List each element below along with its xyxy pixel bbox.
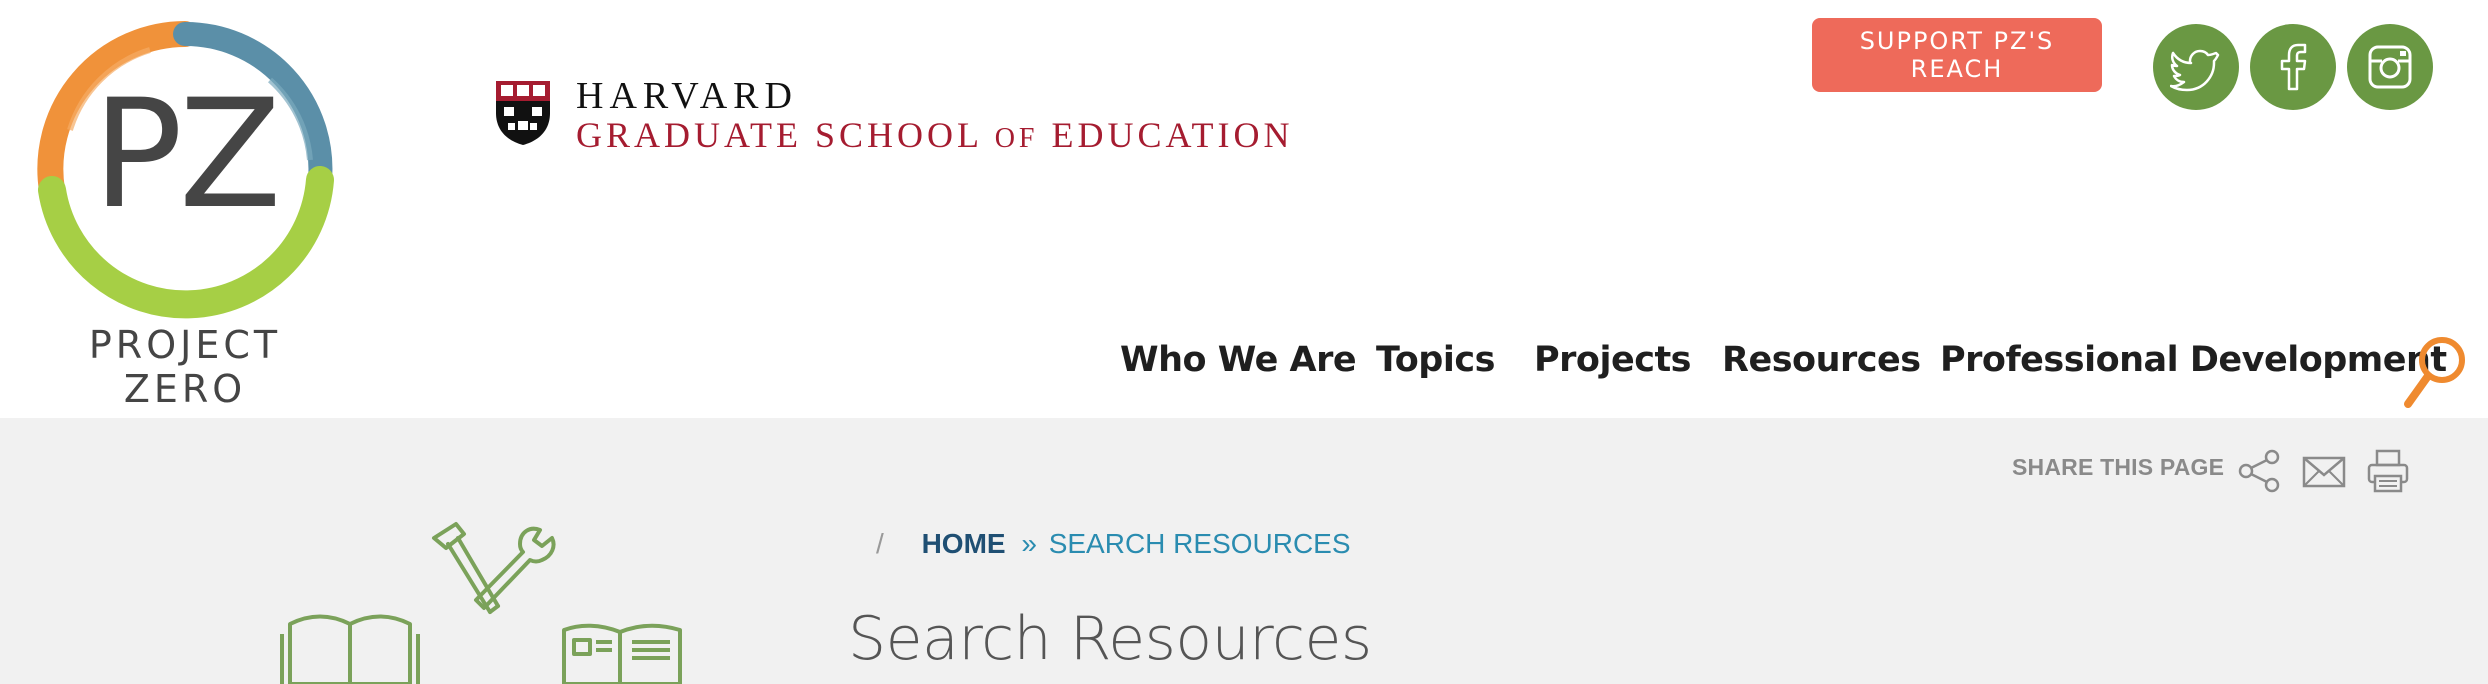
search-icon[interactable] (2400, 334, 2470, 410)
nav-who-we-are[interactable]: Who We Are (1120, 340, 1357, 380)
gse-wordmark: GRADUATE SCHOOL OF EDUCATION (576, 114, 1293, 156)
share-icon[interactable] (2236, 448, 2282, 494)
nav-projects[interactable]: Projects (1534, 340, 1692, 380)
gse-wordmark-part1: GRADUATE SCHOOL (576, 115, 982, 155)
gse-wordmark-part2: EDUCATION (1051, 115, 1294, 155)
twitter-link[interactable] (2153, 24, 2239, 110)
project-zero-logo[interactable]: PZ PROJECT ZERO (30, 20, 340, 411)
breadcrumb-arrow: » (1021, 528, 1037, 559)
harvard-shield-icon (496, 81, 550, 145)
breadcrumb: / HOME » SEARCH RESOURCES (876, 528, 1351, 560)
email-icon[interactable] (2302, 448, 2346, 494)
nav-resources[interactable]: Resources (1722, 340, 1921, 380)
support-button[interactable]: SUPPORT PZ'S REACH (1812, 18, 2102, 92)
gse-wordmark-of: OF (994, 123, 1039, 154)
logo-mark: PZ (92, 68, 281, 242)
instagram-link[interactable] (2347, 24, 2433, 110)
facebook-icon (2280, 43, 2307, 91)
site-header: PZ PROJECT ZERO HARVARD GRADUATE SCHOOL … (0, 0, 2488, 418)
harvard-wordmark: HARVARD (576, 75, 798, 117)
open-book-icon (280, 614, 420, 684)
breadcrumb-current: SEARCH RESOURCES (1048, 528, 1351, 559)
nav-topics[interactable]: Topics (1376, 340, 1495, 380)
twitter-icon (2170, 49, 2220, 92)
newspaper-icon (562, 623, 682, 684)
page-title: Search Resources (848, 604, 1372, 674)
share-this-page-label: SHARE THIS PAGE (2012, 454, 2225, 480)
logo-name: PROJECT ZERO (88, 323, 282, 411)
tools-icon (432, 522, 556, 614)
breadcrumb-separator: / (876, 528, 884, 559)
breadcrumb-home-link[interactable]: HOME (922, 528, 1006, 559)
print-icon[interactable] (2366, 448, 2410, 494)
nav-professional-development[interactable]: Professional Development (1940, 340, 2447, 380)
facebook-link[interactable] (2250, 24, 2336, 110)
harvard-gse-logo[interactable]: HARVARD GRADUATE SCHOOL OF EDUCATION (494, 74, 1354, 164)
instagram-icon (2368, 45, 2412, 89)
resources-illustration (280, 522, 682, 684)
